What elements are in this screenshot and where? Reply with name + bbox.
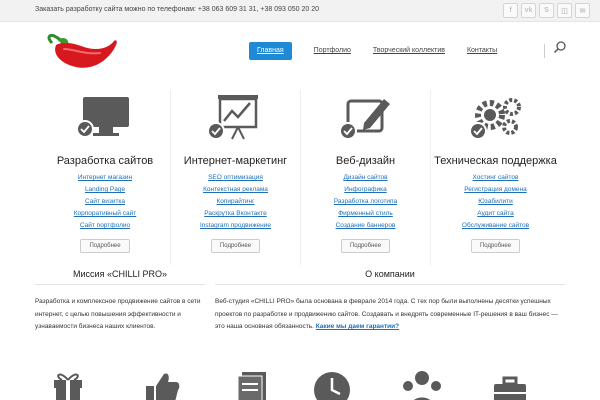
service-link[interactable]: Создание баннеров xyxy=(301,220,430,232)
social-links: f vk S ◫ ✉ xyxy=(503,3,590,18)
gift-icon xyxy=(48,368,88,400)
service-link[interactable]: Инфографика xyxy=(301,184,430,196)
facebook-icon[interactable]: f xyxy=(503,3,518,18)
more-button[interactable]: Подробнее xyxy=(340,239,391,253)
service-title: Разработка сайтов xyxy=(56,155,154,167)
divider xyxy=(35,284,205,285)
mission-text: Разработка и комплексное продвижение сай… xyxy=(35,298,201,330)
nav-contacts[interactable]: Контакты xyxy=(467,42,497,60)
service-link[interactable]: Обслуживание сайтов xyxy=(431,220,560,232)
documents-icon xyxy=(232,368,272,400)
service-link[interactable]: Фирменный стиль xyxy=(301,208,430,220)
features-icons-row xyxy=(30,360,590,400)
service-link[interactable]: Сайт портфолио xyxy=(40,220,170,232)
nav-divider xyxy=(544,44,545,58)
service-link[interactable]: Разработка логотипа xyxy=(301,196,430,208)
more-button[interactable]: Подробнее xyxy=(210,239,261,253)
monitor-icon xyxy=(40,93,170,143)
nav-home[interactable]: Главная xyxy=(249,42,292,60)
service-link[interactable]: SEO оптимизация xyxy=(171,172,300,184)
service-title: Веб-дизайн xyxy=(335,155,396,167)
services-section: Разработка сайтов Интернет магазин Landi… xyxy=(40,90,560,265)
service-tech-support: Техническая поддержка Хостинг сайтов Рег… xyxy=(430,90,560,265)
about-heading: О компании xyxy=(365,269,415,279)
service-link[interactable]: Landing Page xyxy=(40,184,170,196)
briefcase-icon xyxy=(490,368,530,400)
service-link[interactable]: Копирайтинг xyxy=(171,196,300,208)
service-link[interactable]: Дизайн сайтов xyxy=(301,172,430,184)
about-text: Веб-студия «CHILLI PRO» была основана в … xyxy=(215,296,567,334)
top-bar: Заказать разработку сайта можно по телеф… xyxy=(0,0,600,22)
edit-pencil-icon xyxy=(301,93,430,143)
service-link[interactable]: Хостинг сайтов xyxy=(431,172,560,184)
service-web-design: Веб-дизайн Дизайн сайтов Инфографика Раз… xyxy=(300,90,430,265)
contact-phones: Заказать разработку сайта можно по телеф… xyxy=(35,6,319,13)
service-link[interactable]: Аудит сайта xyxy=(431,208,560,220)
clock-icon xyxy=(312,368,352,400)
service-link[interactable]: Интернет магазин xyxy=(40,172,170,184)
service-link[interactable]: Сайт визитка xyxy=(40,196,170,208)
more-button[interactable]: Подробнее xyxy=(80,239,130,253)
mission-heading: Миссия «CHILLI PRO» xyxy=(73,269,167,279)
chart-presentation-icon xyxy=(171,93,300,143)
service-title: Техническая поддержка xyxy=(434,155,557,167)
service-web-development: Разработка сайтов Интернет магазин Landi… xyxy=(40,90,170,265)
search-icon[interactable] xyxy=(553,40,567,59)
skype-icon[interactable]: S xyxy=(539,3,554,18)
vk-icon[interactable]: vk xyxy=(521,3,536,18)
main-nav: Главная Портфолио Творческий коллектив К… xyxy=(249,42,519,60)
service-link[interactable]: Регистрация домена xyxy=(431,184,560,196)
guarantees-link[interactable]: Какие мы даем гарантии? xyxy=(316,323,399,330)
service-internet-marketing: Интернет-маркетинг SEO оптимизация Конте… xyxy=(170,90,300,265)
service-link[interactable]: Юзабилити xyxy=(431,196,560,208)
service-link[interactable]: Раскрутка Вконтакте xyxy=(171,208,300,220)
service-link[interactable]: Корпоративный сайт xyxy=(40,208,170,220)
header: Главная Портфолио Творческий коллектив К… xyxy=(0,23,600,83)
nav-portfolio[interactable]: Портфолио xyxy=(314,42,351,60)
more-button[interactable]: Подробнее xyxy=(470,239,521,253)
nav-team[interactable]: Творческий коллектив xyxy=(373,42,445,60)
email-icon[interactable]: ✉ xyxy=(575,3,590,18)
team-icon xyxy=(402,368,442,400)
chili-logo[interactable] xyxy=(44,33,118,82)
thumbs-up-icon xyxy=(142,368,182,400)
service-title: Интернет-маркетинг xyxy=(183,155,288,167)
instagram-icon[interactable]: ◫ xyxy=(557,3,572,18)
service-link[interactable]: Контекстная реклама xyxy=(171,184,300,196)
gears-icon xyxy=(431,93,560,143)
service-link[interactable]: Instagram продвижение xyxy=(171,220,300,232)
divider xyxy=(215,284,565,285)
